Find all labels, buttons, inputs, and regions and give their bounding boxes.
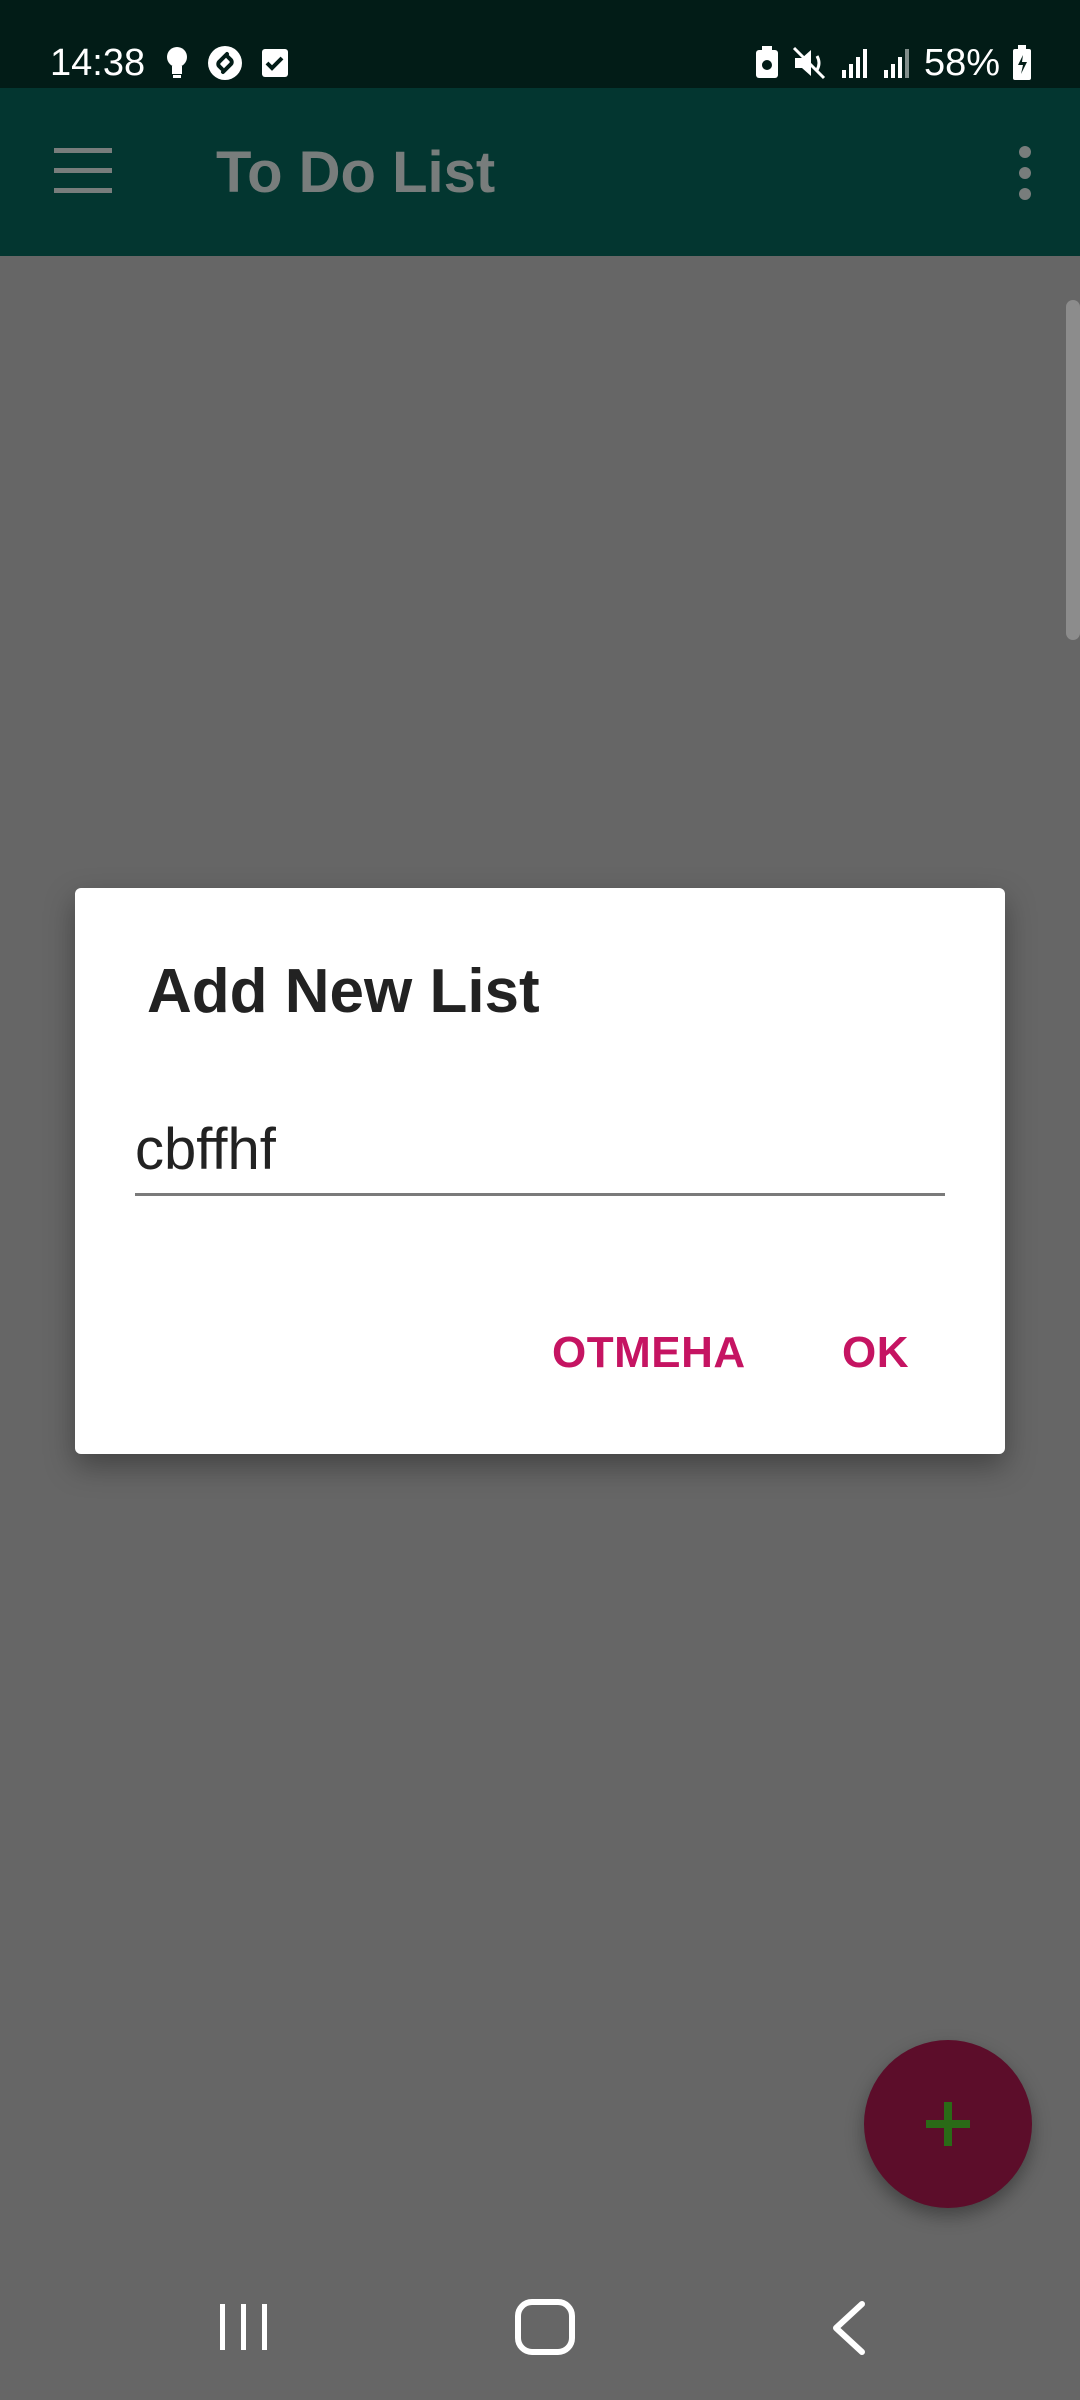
add-list-dialog: Add New List ОТМЕНА OK [75, 888, 1005, 1454]
plus-icon [926, 2102, 970, 2146]
home-icon[interactable] [514, 2298, 576, 2356]
navigation-bar [0, 2252, 1080, 2400]
signal-icon [841, 49, 867, 78]
cancel-button[interactable]: ОТМЕНА [552, 1328, 746, 1378]
checkbox-icon [262, 49, 288, 77]
status-left-icons [165, 40, 289, 86]
more-vert-icon[interactable] [1010, 146, 1040, 200]
battery-percent: 58% [923, 42, 1000, 84]
app-title: To Do List [216, 140, 496, 205]
status-right-icons: 58% [754, 38, 1032, 88]
mute-icon [792, 46, 825, 80]
app-bar: To Do List [0, 88, 1080, 256]
ok-button[interactable]: OK [842, 1328, 909, 1378]
signal-icon [883, 49, 909, 78]
dialog-title: Add New List [147, 957, 540, 1026]
recents-icon[interactable] [216, 2302, 272, 2352]
shazam-icon [208, 46, 242, 80]
battery-saver-icon [755, 46, 778, 78]
bulb-icon [167, 47, 187, 78]
battery-icon [1013, 45, 1031, 80]
list-name-input[interactable] [135, 1106, 945, 1196]
hamburger-menu-icon[interactable] [54, 148, 112, 194]
scrollbar-thumb[interactable] [1066, 300, 1080, 640]
back-icon[interactable] [828, 2300, 868, 2356]
status-time: 14:38 [50, 42, 146, 84]
status-bar: 14:38 58% [0, 0, 1080, 88]
add-fab-button[interactable] [864, 2040, 1032, 2208]
